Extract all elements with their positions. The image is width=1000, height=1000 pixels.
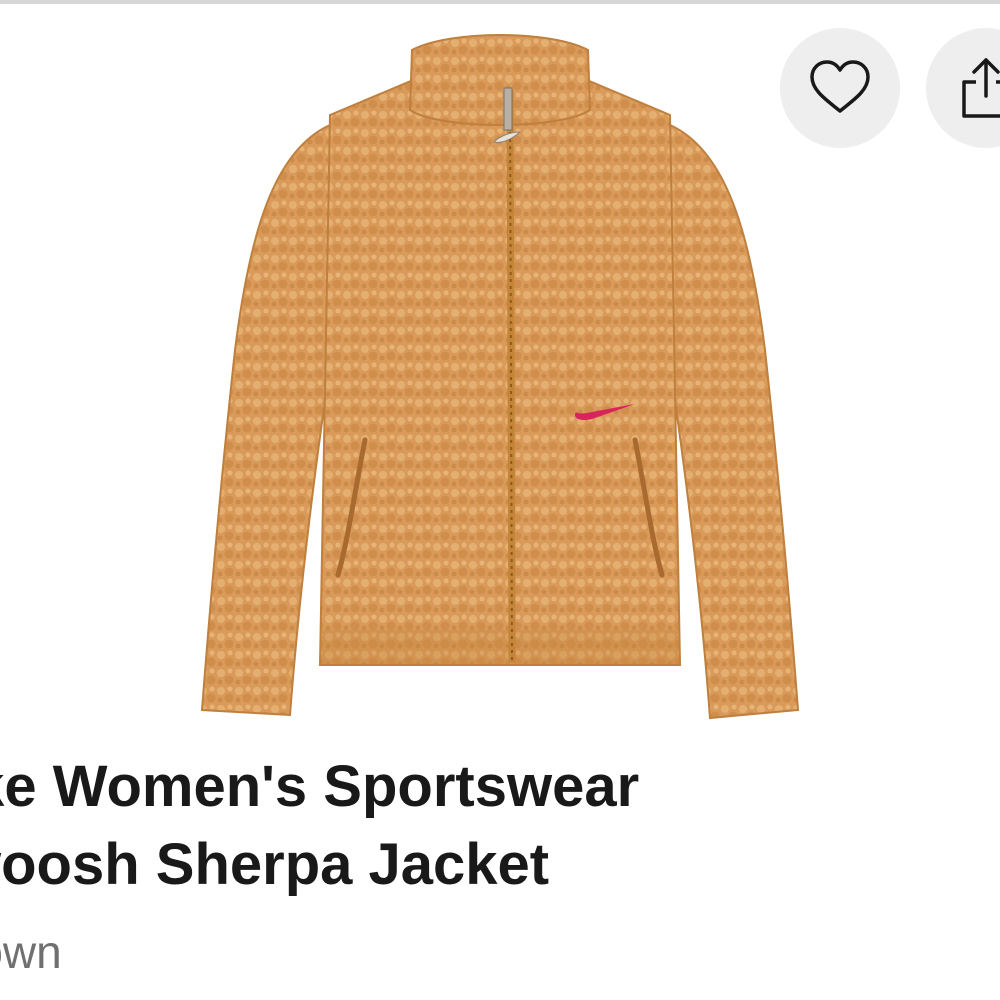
jacket-collar — [408, 34, 592, 126]
favorite-button[interactable] — [780, 28, 900, 148]
share-button[interactable] — [926, 28, 1000, 148]
share-icon — [962, 58, 1000, 118]
product-page: ike Women's Sportswear woosh Sherpa Jack… — [0, 0, 1000, 1000]
product-title: ike Women's Sportswear woosh Sherpa Jack… — [0, 748, 996, 904]
jacket-body — [318, 74, 682, 666]
product-title-line-2: woosh Sherpa Jacket — [0, 832, 550, 897]
right-sleeve — [668, 123, 800, 720]
left-sleeve — [200, 123, 332, 717]
product-image[interactable] — [180, 20, 820, 730]
product-title-line-1: ike Women's Sportswear — [0, 754, 640, 819]
heart-icon — [810, 60, 870, 113]
top-divider — [0, 0, 1000, 4]
product-color: rown — [0, 926, 62, 978]
